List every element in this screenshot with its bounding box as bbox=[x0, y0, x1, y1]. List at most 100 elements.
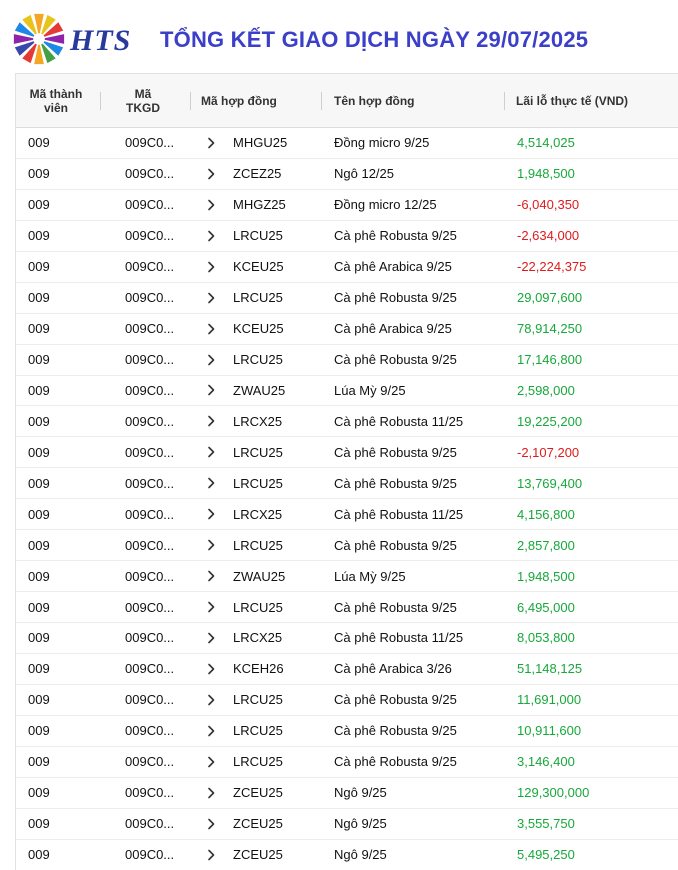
column-header-account[interactable]: Mã TKGD bbox=[120, 74, 166, 127]
pnl-cell: 8,053,800 bbox=[517, 630, 575, 646]
column-header-member[interactable]: Mã thành viên bbox=[26, 74, 86, 127]
account-code-cell: 009C0... bbox=[125, 413, 175, 429]
table-body: 009 009C0... MHGU25 Đồng micro 9/25 4,514,02… bbox=[16, 128, 678, 870]
contract-code-cell: LRCU25 bbox=[233, 599, 283, 615]
pnl-cell: 10,911,600 bbox=[517, 723, 582, 739]
table-row[interactable]: 009 009C0... MHGU25 Đồng micro 9/25 4,514,02… bbox=[16, 128, 678, 159]
contract-code-cell: LRCX25 bbox=[233, 506, 283, 522]
pnl-cell: 2,598,000 bbox=[517, 382, 575, 398]
chevron-right-icon[interactable] bbox=[204, 128, 218, 158]
chevron-right-icon[interactable] bbox=[204, 345, 218, 375]
chevron-right-icon[interactable] bbox=[204, 654, 218, 684]
contract-name-cell: Cà phê Robusta 9/25 bbox=[334, 692, 457, 708]
account-code-cell: 009C0... bbox=[125, 692, 175, 708]
account-code-cell: 009C0... bbox=[125, 197, 175, 213]
chevron-right-icon[interactable] bbox=[204, 252, 218, 282]
table-row[interactable]: 009 009C0... ZWAU25 Lúa Mỳ 9/25 2,598,000 bbox=[16, 376, 678, 407]
table-row[interactable]: 009 009C0... LRCU25 Cà phê Robusta 9/25 13,7… bbox=[16, 468, 678, 500]
table-row[interactable]: 009 009C0... MHGZ25 Đồng micro 12/25 -6,040,… bbox=[16, 190, 678, 221]
chevron-right-icon[interactable] bbox=[204, 623, 218, 653]
member-code-cell: 009 bbox=[28, 290, 50, 306]
chevron-right-icon[interactable] bbox=[204, 314, 218, 344]
account-code-cell: 009C0... bbox=[125, 661, 175, 677]
chevron-right-icon[interactable] bbox=[204, 747, 218, 777]
contract-name-cell: Cà phê Robusta 9/25 bbox=[334, 290, 457, 306]
chevron-right-icon[interactable] bbox=[204, 499, 218, 529]
table-row[interactable]: 009 009C0... LRCU25 Cà phê Robusta 9/25 10,9… bbox=[16, 716, 678, 747]
column-header-contract-code[interactable]: Mã hợp đồng bbox=[201, 74, 277, 127]
table-row[interactable]: 009 009C0... LRCU25 Cà phê Robusta 9/25 -2,1… bbox=[16, 437, 678, 469]
table-row[interactable]: 009 009C0... KCEH26 Cà phê Arabica 3/26 51,1… bbox=[16, 654, 678, 685]
pnl-cell: -2,634,000 bbox=[517, 228, 580, 244]
table-row[interactable]: 009 009C0... LRCU25 Cà phê Robusta 9/25 11,6… bbox=[16, 685, 678, 716]
member-code-cell: 009 bbox=[28, 321, 50, 337]
account-code-cell: 009C0... bbox=[125, 290, 175, 306]
chevron-right-icon[interactable] bbox=[204, 530, 218, 560]
chevron-right-icon[interactable] bbox=[204, 190, 218, 220]
member-code-cell: 009 bbox=[28, 197, 50, 213]
contract-name-cell: Ngô 12/25 bbox=[334, 166, 394, 182]
table-row[interactable]: 009 009C0... KCEU25 Cà phê Arabica 9/25 78,9… bbox=[16, 314, 678, 345]
contract-code-cell: ZWAU25 bbox=[233, 568, 286, 584]
chevron-right-icon[interactable] bbox=[204, 437, 218, 467]
hts-sunburst-logo bbox=[13, 13, 65, 65]
member-code-cell: 009 bbox=[28, 599, 50, 615]
table-row[interactable]: 009 009C0... ZWAU25 Lúa Mỳ 9/25 1,948,500 bbox=[16, 561, 678, 593]
chevron-right-icon[interactable] bbox=[204, 406, 218, 436]
table-row[interactable]: 009 009C0... LRCU25 Cà phê Robusta 9/25 2,85… bbox=[16, 530, 678, 562]
pnl-cell: 5,495,250 bbox=[517, 847, 575, 863]
chevron-right-icon[interactable] bbox=[204, 561, 218, 591]
contract-name-cell: Cà phê Robusta 9/25 bbox=[334, 228, 457, 244]
table-row[interactable]: 009 009C0... LRCU25 Cà phê Robusta 9/25 -2,6… bbox=[16, 221, 678, 252]
column-header-contract-name[interactable]: Tên hợp đồng bbox=[334, 74, 415, 127]
chevron-right-icon[interactable] bbox=[204, 809, 218, 839]
contract-name-cell: Cà phê Robusta 9/25 bbox=[334, 754, 457, 770]
column-header-pnl[interactable]: Lãi lỗ thực tế (VND) bbox=[516, 74, 628, 127]
table-row[interactable]: 009 009C0... LRCU25 Cà phê Robusta 9/25 3,14… bbox=[16, 747, 678, 778]
table-row[interactable]: 009 009C0... LRCX25 Cà phê Robusta 11/25 4,1… bbox=[16, 499, 678, 531]
table-row[interactable]: 009 009C0... ZCEU25 Ngô 9/25 129,300,000 bbox=[16, 778, 678, 809]
column-divider bbox=[504, 92, 505, 110]
contract-name-cell: Cà phê Arabica 9/25 bbox=[334, 321, 452, 337]
table-row[interactable]: 009 009C0... ZCEU25 Ngô 9/25 3,555,750 bbox=[16, 809, 678, 840]
contract-name-cell: Cà phê Arabica 3/26 bbox=[334, 661, 452, 677]
chevron-right-icon[interactable] bbox=[204, 716, 218, 746]
chevron-right-icon[interactable] bbox=[204, 221, 218, 251]
contract-name-cell: Cà phê Robusta 11/25 bbox=[334, 630, 464, 646]
chevron-right-icon[interactable] bbox=[204, 159, 218, 189]
table-row[interactable]: 009 009C0... ZCEU25 Ngô 9/25 5,495,250 bbox=[16, 840, 678, 870]
table-row[interactable]: 009 009C0... LRCX25 Cà phê Robusta 11/25 19,… bbox=[16, 406, 678, 438]
contract-name-cell: Cà phê Robusta 9/25 bbox=[334, 444, 457, 460]
table-row[interactable]: 009 009C0... LRCU25 Cà phê Robusta 9/25 29,0… bbox=[16, 283, 678, 314]
column-divider bbox=[100, 92, 101, 110]
member-code-cell: 009 bbox=[28, 259, 50, 275]
chevron-right-icon[interactable] bbox=[204, 840, 218, 870]
pnl-cell: -22,224,375 bbox=[517, 259, 587, 275]
table-row[interactable]: 009 009C0... KCEU25 Cà phê Arabica 9/25 -22,… bbox=[16, 252, 678, 283]
chevron-right-icon[interactable] bbox=[204, 778, 218, 808]
member-code-cell: 009 bbox=[28, 661, 50, 677]
contract-name-cell: Đồng micro 12/25 bbox=[334, 197, 437, 213]
chevron-right-icon[interactable] bbox=[204, 283, 218, 313]
table-row[interactable]: 009 009C0... LRCX25 Cà phê Robusta 11/25 8,0… bbox=[16, 623, 678, 654]
account-code-cell: 009C0... bbox=[125, 135, 175, 151]
chevron-right-icon[interactable] bbox=[204, 592, 218, 622]
chevron-right-icon[interactable] bbox=[204, 376, 218, 406]
chevron-right-icon[interactable] bbox=[204, 685, 218, 715]
contract-name-cell: Cà phê Robusta 11/25 bbox=[334, 413, 464, 429]
account-code-cell: 009C0... bbox=[125, 352, 175, 368]
contract-name-cell: Cà phê Robusta 11/25 bbox=[334, 506, 464, 522]
member-code-cell: 009 bbox=[28, 352, 50, 368]
table-row[interactable]: 009 009C0... LRCU25 Cà phê Robusta 9/25 6,49… bbox=[16, 592, 678, 623]
chevron-right-icon[interactable] bbox=[204, 468, 218, 498]
table-row[interactable]: 009 009C0... LRCU25 Cà phê Robusta 9/25 17,1… bbox=[16, 345, 678, 376]
pnl-cell: 1,948,500 bbox=[517, 568, 575, 584]
account-code-cell: 009C0... bbox=[125, 754, 175, 770]
contract-code-cell: LRCU25 bbox=[233, 723, 283, 739]
contract-name-cell: Cà phê Robusta 9/25 bbox=[334, 723, 457, 739]
pnl-cell: 6,495,000 bbox=[517, 599, 575, 615]
contract-code-cell: LRCX25 bbox=[233, 630, 283, 646]
member-code-cell: 009 bbox=[28, 382, 50, 398]
table-row[interactable]: 009 009C0... ZCEZ25 Ngô 12/25 1,948,500 bbox=[16, 159, 678, 190]
pnl-cell: 78,914,250 bbox=[517, 321, 583, 337]
